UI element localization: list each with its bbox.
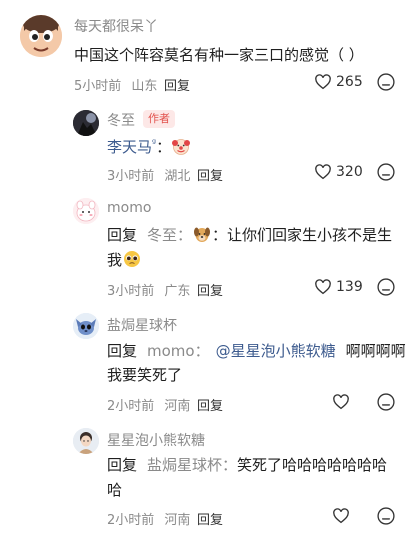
comment-text-line: ：让你们回家生小孩不是生 [212, 226, 393, 244]
comment-text: 李天马ᵍ： [107, 132, 191, 159]
comment-meta: 3小时前 湖北 [107, 165, 190, 184]
reply-button[interactable]: 回复 [197, 509, 223, 528]
comment-text-continued: 哈 [107, 478, 122, 502]
dislike-button[interactable] [376, 72, 396, 92]
sad-face-icon [377, 507, 395, 525]
comment-time: 5小时前 [74, 79, 122, 94]
reply-to-name[interactable]: 盐焗星球杯： [147, 456, 237, 474]
sad-face-icon [377, 163, 395, 181]
reply-word: 回复 [107, 342, 138, 360]
comment-text-continued: 我 [107, 248, 142, 272]
comment-text-continued: 我要笑死了 [107, 363, 182, 387]
heart-icon [333, 508, 349, 524]
comment-location: 河南 [164, 513, 191, 528]
heart-icon [315, 279, 331, 295]
reply-word: 回复 [107, 456, 138, 474]
reply-word: 回复 [107, 226, 138, 244]
avatar[interactable] [73, 110, 99, 136]
sad-face-icon [377, 73, 395, 91]
reply-to-name[interactable]: momo： [147, 342, 210, 360]
comment-location: 广东 [164, 284, 191, 299]
pleading-face-icon [122, 249, 142, 269]
comment-location: 山东 [131, 79, 158, 94]
comment-meta: 2小时前 河南 [107, 395, 190, 414]
comment-text-line: 啊啊啊啊 [345, 342, 406, 360]
avatar[interactable] [73, 198, 99, 224]
heart-icon [333, 394, 349, 410]
comment-time: 3小时前 [107, 284, 155, 299]
reply-to-name[interactable]: 冬至： [147, 226, 192, 244]
comment-location: 河南 [164, 399, 191, 414]
like-button[interactable] [314, 73, 332, 91]
sad-face-icon [377, 393, 395, 411]
comment-text: 回复 盐焗星球杯：笑死了哈哈哈哈哈哈哈 [107, 453, 387, 477]
comment-username[interactable]: 冬至 [107, 110, 135, 130]
author-badge: 作者 [143, 110, 175, 128]
mention-name[interactable]: 李天马 [107, 138, 152, 156]
reply-button[interactable]: 回复 [197, 395, 223, 414]
reply-button[interactable]: 回复 [197, 280, 223, 299]
heart-icon [315, 74, 331, 90]
comment-text: 回复 momo： @星星泡小熊软糖 啊啊啊啊 [107, 339, 406, 363]
comment-meta: 2小时前 河南 [107, 509, 190, 528]
comment-text-line: 哈 [107, 481, 123, 499]
heart-icon [315, 164, 331, 180]
like-button[interactable] [314, 278, 332, 296]
comment-username[interactable]: 盐焗星球杯 [107, 315, 177, 335]
avatar[interactable] [20, 15, 62, 57]
comment-text: 回复 冬至： ：让你们回家生小孩不是生 [107, 223, 392, 247]
dislike-button[interactable] [376, 392, 396, 412]
mention-link[interactable]: @星星泡小熊软糖 [216, 342, 336, 360]
like-button[interactable] [314, 163, 332, 181]
avatar[interactable] [73, 313, 99, 339]
reply-button[interactable]: 回复 [164, 75, 190, 94]
comment-time: 3小时前 [107, 169, 155, 184]
comment-text-line: 笑死了哈哈哈哈哈哈哈 [237, 456, 388, 474]
like-button[interactable] [332, 507, 350, 525]
comment-username[interactable]: 每天都很呆丫 [74, 16, 158, 36]
avatar[interactable] [73, 428, 99, 454]
dislike-button[interactable] [376, 277, 396, 297]
dog-face-icon [192, 224, 212, 244]
dislike-button[interactable] [376, 506, 396, 526]
dislike-button[interactable] [376, 162, 396, 182]
comment-time: 2小时前 [107, 399, 155, 414]
comment-text-line: 我 [107, 251, 123, 269]
comment-username[interactable]: momo [107, 200, 151, 216]
like-count: 139 [336, 279, 363, 295]
comment-text: 中国这个阵容莫名有种一家三口的感觉（ ） [74, 46, 364, 64]
comment-text-line: 我要笑死了 [107, 366, 183, 384]
like-button[interactable] [332, 393, 350, 411]
comment-time: 2小时前 [107, 513, 155, 528]
like-count: 265 [336, 74, 363, 90]
sad-face-icon [377, 278, 395, 296]
clown-face-icon [171, 136, 191, 156]
comment-meta: 5小时前 山东 [74, 75, 157, 94]
reply-button[interactable]: 回复 [197, 165, 223, 184]
colon: ： [156, 138, 172, 156]
comment-meta: 3小时前 广东 [107, 280, 190, 299]
like-count: 320 [336, 164, 363, 180]
comment-username[interactable]: 星星泡小熊软糖 [107, 430, 205, 450]
comment-location: 湖北 [164, 169, 191, 184]
